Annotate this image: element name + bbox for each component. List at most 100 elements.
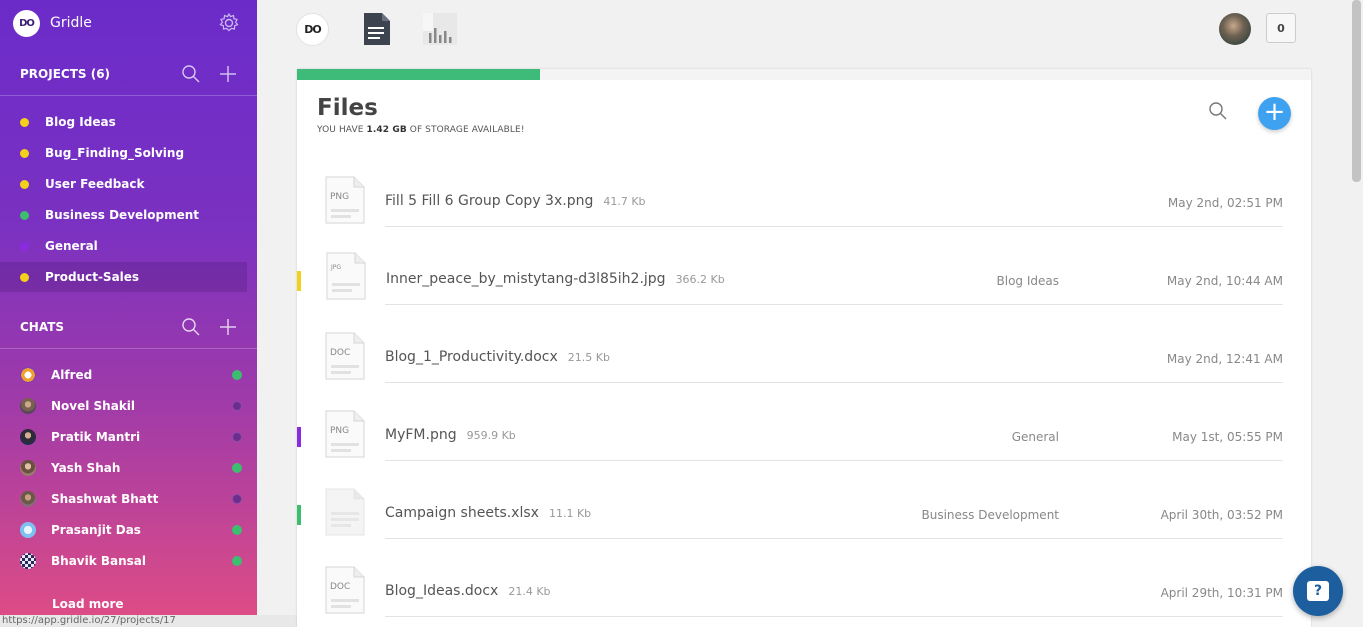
file-size: 11.1 Kb [548,507,592,520]
file-row[interactable]: PNG MyFM.png 959.9 Kb General May 1st, 05… [297,404,1311,482]
file-size: 366.2 Kb [675,273,725,286]
sidebar-item-project[interactable]: General [0,231,247,261]
file-name[interactable]: Fill 5 Fill 6 Group Copy 3x.png 41.7 Kb [385,193,646,209]
page-title: Files [317,95,378,121]
file-row[interactable]: PNG Fill 5 Fill 6 Group Copy 3x.png 41.7 … [297,170,1311,248]
storage-progress-bar [297,69,1311,80]
user-avatar[interactable] [1219,13,1251,45]
plus-icon[interactable] [218,317,238,337]
divider [385,460,1283,461]
notification-count-button[interactable]: 0 [1266,13,1296,43]
project-label: Blog Ideas [45,115,116,129]
avatar [20,429,36,445]
file-type-icon: PNG [325,176,365,224]
file-name-text: Blog_Ideas.docx [385,583,499,599]
chart-icon[interactable] [423,13,457,45]
avatar [20,491,36,507]
add-file-button[interactable]: + [1258,97,1291,130]
project-label: User Feedback [45,177,145,191]
sidebar-item-project[interactable]: User Feedback [0,169,247,199]
search-icon[interactable] [1208,101,1228,121]
file-project: General [1011,430,1059,444]
file-name[interactable]: Campaign sheets.xlsx 11.1 Kb [385,505,591,521]
project-flag [297,349,301,369]
project-flag [297,271,301,291]
avatar [20,398,36,414]
divider [385,382,1283,383]
storage-suffix: OF STORAGE AVAILABLE! [409,125,525,135]
chat-item[interactable]: Novel Shakil [0,391,257,421]
file-type-label: DOC [330,348,350,358]
sidebar-item-project[interactable]: Blog Ideas [0,107,247,137]
storage-info: YOU HAVE 1.42 GB OF STORAGE AVAILABLE! [317,125,525,135]
chat-label: Alfred [51,368,93,382]
divider [385,304,1283,305]
file-project: Blog Ideas [996,274,1059,288]
page-scrollbar[interactable] [1350,0,1363,627]
search-icon[interactable] [181,317,201,337]
file-name[interactable]: Blog_Ideas.docx 21.4 Kb [385,583,551,599]
file-row[interactable]: DOC Blog_1_Productivity.docx 21.5 Kb May … [297,326,1311,404]
divider [0,95,257,96]
file-name-text: Campaign sheets.xlsx [385,505,539,521]
help-chat-button[interactable]: ? [1293,566,1343,616]
file-date: May 2nd, 12:41 AM [1166,352,1283,366]
file-size: 41.7 Kb [603,195,646,208]
file-name[interactable]: Inner_peace_by_mistytang-d3l85ih2.jpg 366… [386,271,725,287]
storage-prefix: YOU HAVE [317,125,364,135]
file-name[interactable]: Blog_1_Productivity.docx 21.5 Kb [385,349,610,365]
chat-item[interactable]: Alfred [0,360,257,390]
file-type-icon: DOC [325,332,365,380]
project-label: Bug_Finding_Solving [45,146,185,160]
file-date: May 1st, 05:55 PM [1172,430,1283,444]
file-row[interactable]: JPG Inner_peace_by_mistytang-d3l85ih2.jp… [297,248,1311,326]
chat-item[interactable]: Shashwat Bhatt [0,484,257,514]
help-chat-icon: ? [1307,581,1329,601]
chat-item[interactable]: Prasanjit Das [0,515,257,545]
file-type-icon [325,488,365,536]
search-icon[interactable] [181,64,201,84]
file-name-text: Inner_peace_by_mistytang-d3l85ih2.jpg [386,271,666,287]
offline-status-dot [232,494,242,504]
divider [385,226,1283,227]
chat-item[interactable]: Bhavik Bansal [0,546,257,576]
load-more-link[interactable]: Load more [52,597,124,611]
chat-item[interactable]: Pratik Mantri [0,422,257,452]
file-type-icon: JPG [326,252,366,300]
file-row[interactable]: DOC Blog_Ideas.docx 21.4 Kb April 29th, 1… [297,560,1311,627]
file-name[interactable]: MyFM.png 959.9 Kb [385,427,516,443]
online-status-dot [232,463,242,473]
project-flag [297,505,301,525]
project-color-dot [20,241,29,251]
file-size: 959.9 Kb [466,429,516,442]
app-name: Gridle [50,15,92,31]
document-icon[interactable] [362,13,396,45]
project-flag [297,193,301,213]
file-name-text: Fill 5 Fill 6 Group Copy 3x.png [385,193,594,209]
gridle-home-icon[interactable]: DO [296,13,329,46]
file-type-label: PNG [330,426,349,436]
avatar [20,522,36,538]
avatar [20,460,36,476]
plus-icon[interactable] [218,64,238,84]
brand[interactable]: DO Gridle [13,9,92,37]
file-type-label: PNG [330,192,349,202]
chat-label: Shashwat Bhatt [51,492,159,506]
projects-header: PROJECTS (6) [0,59,257,89]
sidebar-item-project[interactable]: Bug_Finding_Solving [0,138,247,168]
chat-label: Prasanjit Das [51,523,141,537]
chats-header: CHATS [0,312,257,342]
files-panel: Files YOU HAVE 1.42 GB OF STORAGE AVAILA… [297,69,1311,627]
online-status-dot [232,370,242,380]
scrollbar-thumb[interactable] [1352,0,1361,182]
sidebar-item-project[interactable]: Business Development [0,200,247,230]
gear-icon[interactable] [218,12,240,34]
project-color-dot [20,210,29,220]
storage-amount: 1.42 GB [366,125,407,135]
file-type-label: JPG [330,264,341,271]
chat-item[interactable]: Yash Shah [0,453,257,483]
sidebar-item-project-active[interactable]: Product-Sales [0,262,247,292]
file-type-icon: PNG [325,410,365,458]
project-flag [297,583,301,603]
file-row[interactable]: Campaign sheets.xlsx 11.1 Kb Business Dev… [297,482,1311,560]
